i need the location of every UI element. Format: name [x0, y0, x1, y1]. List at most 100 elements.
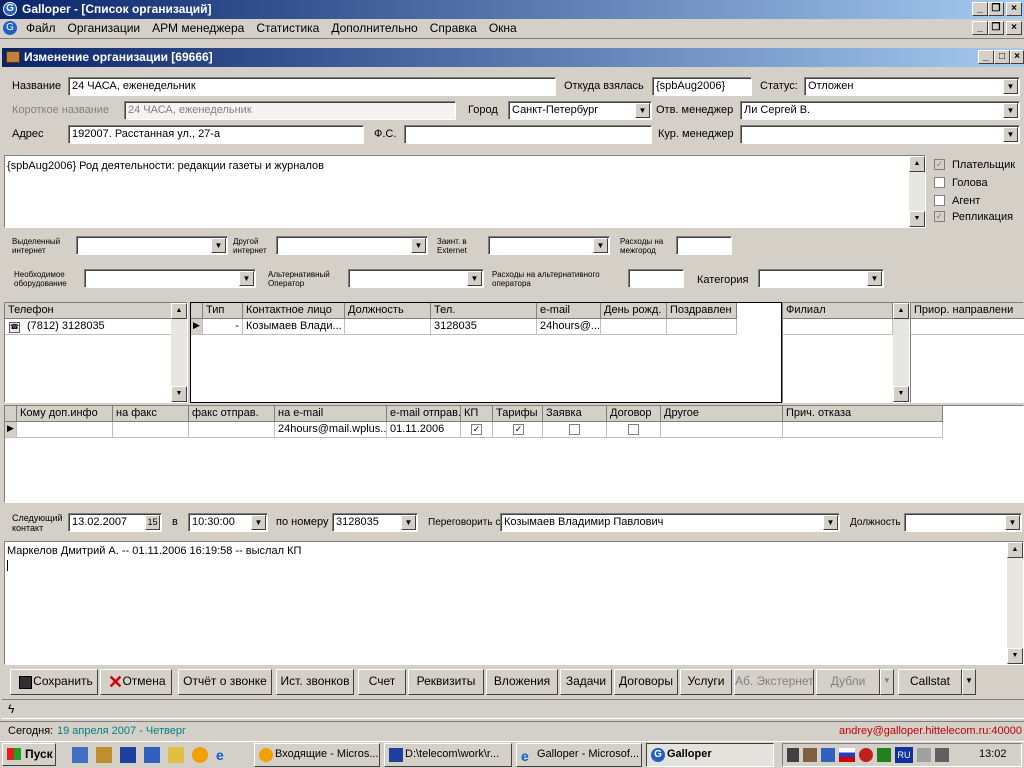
- equip-select[interactable]: ▼: [84, 269, 256, 288]
- tasks-button[interactable]: Задачи: [560, 669, 612, 695]
- task-inbox[interactable]: Входящие - Micros...: [254, 743, 380, 767]
- cancel-button[interactable]: ✕ Отмена: [100, 669, 172, 695]
- chevron-down-icon[interactable]: ▼: [401, 515, 416, 530]
- contracts-button[interactable]: Договоры: [614, 669, 678, 695]
- task-galloper[interactable]: G Galloper: [646, 743, 774, 767]
- mail-contract-cell[interactable]: [607, 422, 661, 438]
- inet-select[interactable]: ▼: [76, 236, 228, 255]
- contact-position[interactable]: [345, 319, 431, 335]
- language-indicator[interactable]: RU: [895, 747, 913, 763]
- tray-green-icon[interactable]: [877, 748, 891, 762]
- scroll-down-icon[interactable]: ▼: [909, 211, 925, 227]
- contact-person[interactable]: Козымаев Влади...: [243, 319, 345, 335]
- priority-grid[interactable]: Приор. направлени: [910, 302, 1024, 403]
- status-select[interactable]: Отложен ▼: [804, 77, 1020, 96]
- callstat-dropdown-icon[interactable]: ▼: [962, 669, 976, 695]
- contact-phone[interactable]: 3128035: [431, 319, 537, 335]
- tray-monitor-icon[interactable]: [821, 748, 835, 762]
- call-report-button[interactable]: Отчёт о звонке: [178, 669, 272, 695]
- duplicates-button[interactable]: Дубли: [816, 669, 880, 695]
- services-button[interactable]: Услуги: [680, 669, 732, 695]
- priority-row[interactable]: [911, 319, 1024, 335]
- mdi-icon[interactable]: G: [3, 21, 17, 35]
- kp-checkbox[interactable]: ✓: [471, 424, 482, 435]
- chevron-down-icon[interactable]: ▼: [1005, 515, 1020, 530]
- mail-request-cell[interactable]: [543, 422, 607, 438]
- chevron-down-icon[interactable]: ▼: [593, 238, 608, 253]
- next-time-select[interactable]: 10:30:00 ▼: [188, 513, 268, 532]
- mdi-restore-icon[interactable]: ❐: [988, 21, 1004, 35]
- alt-op-select[interactable]: ▼: [348, 269, 484, 288]
- book-icon[interactable]: [120, 747, 136, 763]
- flag-head-checkbox[interactable]: [934, 177, 945, 188]
- menu-statistics[interactable]: Статистика: [250, 19, 325, 37]
- minimize-icon[interactable]: _: [972, 2, 988, 16]
- notes-textarea[interactable]: {spbAug2006} Род деятельности: редакции …: [4, 155, 926, 228]
- city-select[interactable]: Санкт-Петербург ▼: [508, 101, 652, 120]
- mail-email-sent[interactable]: 01.11.2006: [387, 422, 461, 438]
- mail-tariffs-cell[interactable]: ✓: [493, 422, 543, 438]
- chevron-down-icon[interactable]: ▼: [1003, 127, 1018, 142]
- scroll-up-icon[interactable]: ▲: [1007, 542, 1023, 558]
- show-desktop-icon[interactable]: [72, 747, 88, 763]
- fs-input[interactable]: [404, 125, 652, 144]
- log-textarea[interactable]: Маркелов Дмитрий А. -- 01.11.2006 16:19:…: [4, 541, 1024, 665]
- phone-row[interactable]: ☎ (7812) 3128035: [5, 319, 173, 335]
- contact-congrats[interactable]: [667, 319, 737, 335]
- lightning-icon[interactable]: ϟ: [8, 702, 14, 716]
- dialog-close-icon[interactable]: ×: [1010, 50, 1024, 64]
- alt-costs-input[interactable]: [628, 269, 684, 288]
- tray-gray-icon[interactable]: [917, 748, 931, 762]
- network-icon[interactable]: [144, 747, 160, 763]
- task-folder[interactable]: D:\telecom\work\r...: [384, 743, 512, 767]
- menu-arm[interactable]: АРМ менеджера: [146, 19, 250, 37]
- mail-email[interactable]: 24hours@mail.wplus...: [275, 422, 387, 438]
- bill-button[interactable]: Счет: [358, 669, 406, 695]
- russian-flag-icon[interactable]: [839, 748, 855, 762]
- speaker-icon[interactable]: [787, 748, 799, 762]
- chevron-down-icon[interactable]: ▼: [239, 271, 254, 286]
- start-button[interactable]: Пуск: [2, 743, 56, 766]
- scroll-down-icon[interactable]: ▼: [171, 386, 187, 402]
- phones-grid[interactable]: Телефон ☎ (7812) 3128035 ▲ ▼: [4, 302, 188, 403]
- flag-payer-checkbox[interactable]: ✓: [934, 159, 945, 170]
- next-number-select[interactable]: 3128035 ▼: [332, 513, 418, 532]
- contacts-grid[interactable]: Тип Контактное лицо Должность Тел. e-mai…: [190, 302, 782, 403]
- mail-fax[interactable]: [113, 422, 189, 438]
- tray-dark-icon[interactable]: [935, 748, 949, 762]
- branch-row[interactable]: [783, 319, 893, 335]
- contact-email[interactable]: 24hours@...: [537, 319, 601, 335]
- scroll-up-icon[interactable]: ▲: [909, 156, 925, 172]
- call-history-button[interactable]: Ист. звонков: [276, 669, 354, 695]
- mail-whom[interactable]: [17, 422, 113, 438]
- chevron-down-icon[interactable]: ▼: [467, 271, 482, 286]
- address-input[interactable]: 192007. Расстанная ул., 27-а: [68, 125, 364, 144]
- mdi-minimize-icon[interactable]: _: [972, 21, 988, 35]
- externet-button[interactable]: Аб. Экстернет: [734, 669, 814, 695]
- scroll-down-icon[interactable]: ▼: [893, 386, 909, 402]
- close-icon[interactable]: ×: [1006, 2, 1022, 16]
- calendar-icon[interactable]: 15: [145, 515, 160, 530]
- tray-red-icon[interactable]: [859, 748, 873, 762]
- cur-manager-select[interactable]: ▼: [740, 125, 1020, 144]
- chevron-down-icon[interactable]: ▼: [635, 103, 650, 118]
- scroll-up-icon[interactable]: ▲: [171, 303, 187, 319]
- menu-help[interactable]: Справка: [424, 19, 483, 37]
- restore-icon[interactable]: ❐: [988, 2, 1004, 16]
- request-checkbox[interactable]: [569, 424, 580, 435]
- costs-input[interactable]: [676, 236, 732, 255]
- tray-app-icon[interactable]: [803, 748, 817, 762]
- mail-other[interactable]: [661, 422, 783, 438]
- save-button[interactable]: Сохранить: [10, 669, 98, 695]
- menu-organizations[interactable]: Организации: [62, 19, 147, 37]
- mail-reason[interactable]: [783, 422, 943, 438]
- mail-grid[interactable]: Кому доп.инфо на факс факс отправ. на e-…: [4, 405, 1024, 503]
- chevron-down-icon[interactable]: ▼: [823, 515, 838, 530]
- log-scrollbar[interactable]: [1007, 542, 1023, 664]
- chevron-down-icon[interactable]: ▼: [867, 271, 882, 286]
- callstat-button[interactable]: Callstat: [898, 669, 962, 695]
- mdi-close-icon[interactable]: ×: [1006, 21, 1022, 35]
- contact-type[interactable]: -: [203, 319, 243, 335]
- menu-extra[interactable]: Дополнительно: [325, 19, 423, 37]
- notes-icon[interactable]: [168, 747, 184, 763]
